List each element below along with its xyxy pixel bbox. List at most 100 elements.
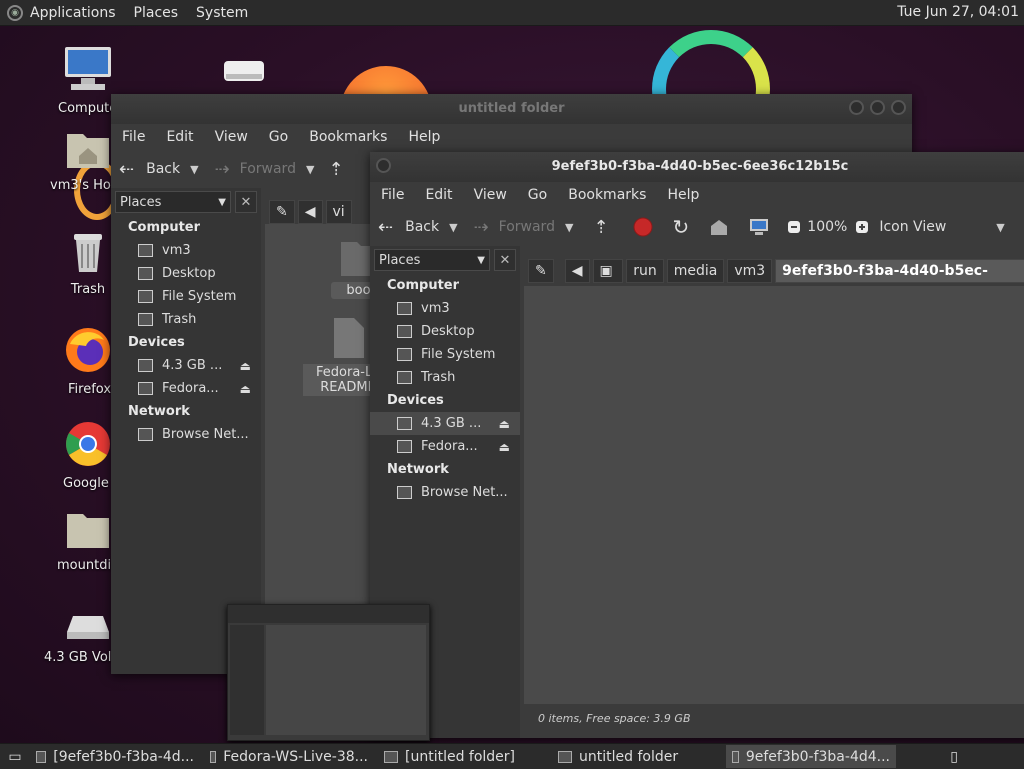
zoom-in-icon[interactable] <box>855 220 869 234</box>
menu-bookmarks[interactable]: Bookmarks <box>568 187 646 203</box>
path-crumb-run[interactable]: run <box>626 259 664 283</box>
desktop-icon-drive[interactable] <box>194 58 294 92</box>
chevron-down-icon[interactable]: ▼ <box>449 221 457 234</box>
menubar: File Edit View Go Bookmarks Help <box>370 182 1024 208</box>
menu-edit[interactable]: Edit <box>166 129 193 145</box>
sidebar-item-desktop[interactable]: Desktop <box>111 262 261 285</box>
edit-path-icon[interactable]: ✎ <box>269 200 295 224</box>
clock[interactable]: Tue Jun 27, 04:01 <box>897 4 1019 20</box>
window-menu-button[interactable] <box>376 158 391 173</box>
chevron-down-icon[interactable]: ▼ <box>565 221 573 234</box>
taskbar-item[interactable]: untitled folder <box>552 745 722 768</box>
menu-help[interactable]: Help <box>408 129 440 145</box>
path-left-arrow-icon[interactable]: ◀ <box>564 259 590 283</box>
chevron-down-icon[interactable]: ▼ <box>306 163 314 176</box>
sidebar-item-trash[interactable]: Trash <box>370 366 520 389</box>
view-mode-select[interactable]: Icon View ▼ <box>879 219 1004 235</box>
taskbar-item[interactable]: [9efef3b0-f3ba-4d... <box>30 745 200 768</box>
menu-places[interactable]: Places <box>134 5 179 21</box>
taskbar-item-active[interactable]: 9efef3b0-f3ba-4d4... <box>726 745 896 768</box>
path-crumb[interactable]: vi <box>325 200 352 224</box>
sidebar-item-label: File System <box>421 347 496 362</box>
taskbar-item[interactable]: [untitled folder] <box>378 745 548 768</box>
window-titlebar[interactable]: 9efef3b0-f3ba-4d40-b5ec-6ee36c12b15c <box>370 152 1024 182</box>
eject-icon[interactable]: ⏏ <box>240 359 251 373</box>
back-button[interactable]: ⇠ Back ▼ <box>378 217 458 238</box>
drive-icon <box>397 417 412 430</box>
sidebar-item-label: 4.3 GB ... <box>421 416 482 431</box>
bottom-panel: ▭ [9efef3b0-f3ba-4d... Fedora-WS-Live-38… <box>0 743 1024 769</box>
drive-icon <box>397 440 412 453</box>
sidebar-item-desktop[interactable]: Desktop <box>370 320 520 343</box>
sidebar-item-label: Desktop <box>421 324 475 339</box>
chevron-down-icon[interactable]: ▼ <box>190 163 198 176</box>
sidebar-item-vm3[interactable]: vm3 <box>111 239 261 262</box>
drive-icon <box>138 359 153 372</box>
maximize-button[interactable] <box>870 100 885 115</box>
stop-icon[interactable] <box>633 217 653 237</box>
up-arrow-icon[interactable]: ⇡ <box>328 159 343 180</box>
sidebar-item-volume[interactable]: 4.3 GB ... ⏏ <box>111 354 261 377</box>
edit-path-icon[interactable]: ✎ <box>528 259 554 283</box>
file-view[interactable] <box>524 286 1024 704</box>
window-titlebar[interactable]: untitled folder <box>111 94 912 124</box>
forward-button[interactable]: ⇢ Forward ▼ <box>474 217 574 238</box>
back-button[interactable]: ⇠ Back ▼ <box>119 159 199 180</box>
path-crumb-current[interactable]: 9efef3b0-f3ba-4d40-b5ec-6ee36c12b15c <box>775 259 1024 301</box>
eject-icon[interactable]: ⏏ <box>240 382 251 396</box>
menu-help[interactable]: Help <box>667 187 699 203</box>
drive-icon <box>138 382 153 395</box>
sidebar-section-network: Network <box>387 462 449 477</box>
drive-icon <box>732 750 739 763</box>
menu-view[interactable]: View <box>215 129 248 145</box>
sidebar-item-volume[interactable]: 4.3 GB ... ⏏ <box>370 412 520 435</box>
window-preview-thumbnail[interactable] <box>227 604 430 741</box>
window-9efef3b0[interactable]: 9efef3b0-f3ba-4d40-b5ec-6ee36c12b15c Fil… <box>370 152 1024 738</box>
menu-applications[interactable]: Applications <box>30 5 116 21</box>
menu-go[interactable]: Go <box>528 187 547 203</box>
taskbar-item-label: untitled folder <box>579 748 679 765</box>
menu-view[interactable]: View <box>474 187 507 203</box>
sidebar-item-browse-network[interactable]: Browse Net... <box>370 481 520 504</box>
sidebar-item-filesystem[interactable]: File System <box>111 285 261 308</box>
taskbar-item[interactable]: Fedora-WS-Live-38... <box>204 745 374 768</box>
distro-logo-icon[interactable]: ◉ <box>7 4 23 21</box>
menu-file[interactable]: File <box>122 129 145 145</box>
computer-icon[interactable] <box>749 218 769 236</box>
home-icon[interactable] <box>709 218 729 236</box>
menu-go[interactable]: Go <box>269 129 288 145</box>
menu-system[interactable]: System <box>196 5 248 21</box>
path-crumb-media[interactable]: media <box>666 259 725 283</box>
menu-bookmarks[interactable]: Bookmarks <box>309 129 387 145</box>
preview-file-view <box>266 625 426 735</box>
desktop-icon <box>138 267 153 280</box>
window-title: 9efef3b0-f3ba-4d40-b5ec-6ee36c12b15c <box>551 159 849 174</box>
minimize-button[interactable] <box>849 100 864 115</box>
menu-edit[interactable]: Edit <box>425 187 452 203</box>
filesystem-icon <box>397 348 412 361</box>
sidebar-combo[interactable]: Places ▼ <box>374 249 490 271</box>
up-arrow-icon[interactable]: ⇡ <box>593 217 608 238</box>
sidebar-item-filesystem[interactable]: File System <box>370 343 520 366</box>
show-desktop-icon[interactable]: ▭ <box>0 749 30 765</box>
path-left-arrow-icon[interactable]: ◀ <box>297 200 323 224</box>
reload-icon[interactable]: ↻ <box>673 215 690 239</box>
zoom-out-icon[interactable] <box>787 220 801 234</box>
forward-button[interactable]: ⇢ Forward ▼ <box>215 159 315 180</box>
forward-label: Forward <box>239 161 296 177</box>
close-sidebar-button[interactable]: ✕ <box>235 191 257 213</box>
eject-icon[interactable]: ⏏ <box>499 417 510 431</box>
path-crumb-root[interactable]: ▣ / <box>592 259 624 301</box>
workspace-switcher-icon[interactable]: ▯ <box>950 749 958 765</box>
sidebar-item-fedora[interactable]: Fedora... ⏏ <box>111 377 261 400</box>
path-crumb-vm3[interactable]: vm3 <box>727 259 773 283</box>
sidebar-item-trash[interactable]: Trash <box>111 308 261 331</box>
eject-icon[interactable]: ⏏ <box>499 440 510 454</box>
close-sidebar-button[interactable]: ✕ <box>494 249 516 271</box>
sidebar-combo[interactable]: Places ▼ <box>115 191 231 213</box>
close-button[interactable] <box>891 100 906 115</box>
sidebar-item-browse-network[interactable]: Browse Net... <box>111 423 261 446</box>
sidebar-item-fedora[interactable]: Fedora... ⏏ <box>370 435 520 458</box>
sidebar-item-vm3[interactable]: vm3 <box>370 297 520 320</box>
menu-file[interactable]: File <box>381 187 404 203</box>
